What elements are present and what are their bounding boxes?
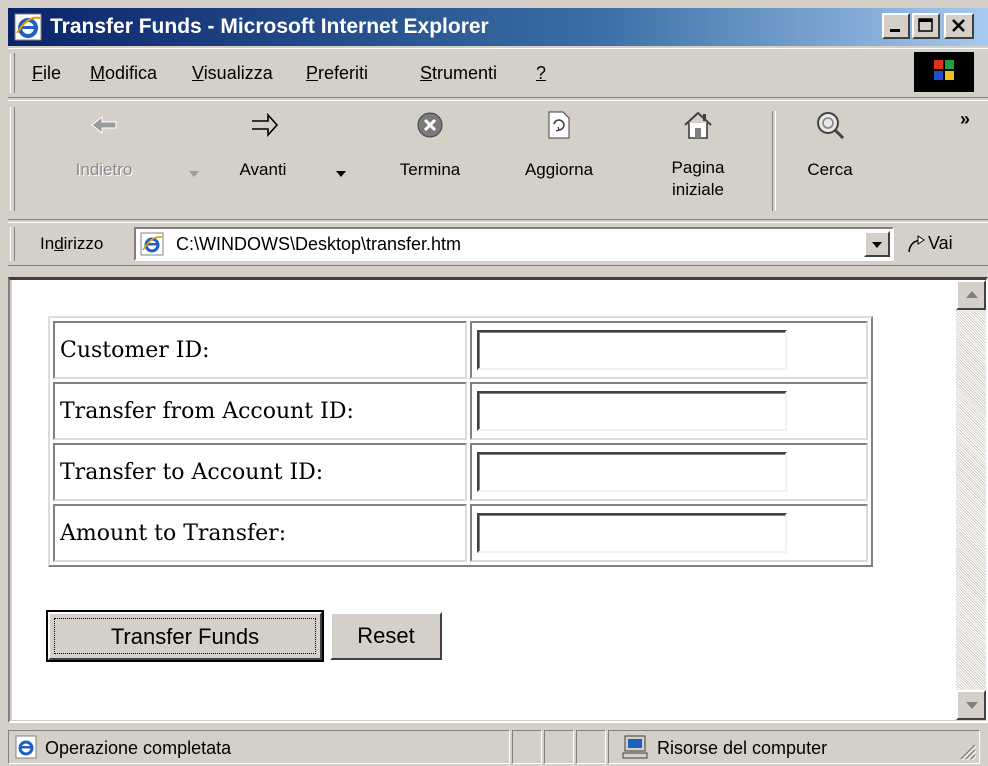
transfer-form-table: Customer ID: Transfer from Account ID: T… bbox=[48, 316, 873, 567]
back-button[interactable]: Indietro bbox=[56, 101, 152, 217]
toolbar-separator bbox=[772, 111, 776, 211]
chevron-down-icon bbox=[872, 242, 882, 248]
menu-preferiti[interactable]: Preferiti bbox=[306, 61, 368, 85]
maximize-button[interactable] bbox=[912, 13, 940, 39]
address-dropdown-button[interactable] bbox=[864, 231, 890, 257]
forward-arrow-icon bbox=[252, 112, 279, 138]
menu-bar: File Modifica Visualizza Preferiti Strum… bbox=[8, 48, 988, 98]
scroll-down-button[interactable] bbox=[956, 690, 986, 720]
toolbar-grip[interactable] bbox=[10, 107, 15, 211]
title-bar[interactable]: Transfer Funds - Microsoft Internet Expl… bbox=[8, 8, 988, 46]
reset-button[interactable]: Reset bbox=[330, 612, 442, 660]
menu-grip[interactable] bbox=[10, 53, 15, 93]
transfer-funds-label: Transfer Funds bbox=[54, 618, 316, 654]
ie-logo-icon bbox=[14, 13, 42, 41]
back-label: Indietro bbox=[75, 160, 133, 179]
stop-button[interactable]: Termina bbox=[382, 101, 478, 217]
scroll-up-icon bbox=[966, 291, 978, 298]
refresh-button[interactable]: Aggiorna bbox=[506, 101, 612, 217]
status-text: Operazione completata bbox=[45, 738, 232, 758]
go-label: Vai bbox=[928, 233, 953, 253]
forward-button[interactable]: Avanti bbox=[220, 101, 306, 217]
page-ie-icon bbox=[140, 232, 164, 256]
address-input[interactable] bbox=[176, 232, 856, 256]
close-icon bbox=[952, 19, 965, 32]
table-row: Customer ID: bbox=[53, 321, 868, 379]
back-dropdown-icon[interactable] bbox=[189, 171, 199, 177]
table-row: Amount to Transfer: bbox=[53, 504, 868, 562]
my-computer-icon bbox=[622, 735, 648, 759]
standard-toolbar: Indietro Avanti Termina Aggiorna Pagina … bbox=[8, 100, 988, 220]
status-bar: Operazione completata Risorse del comput… bbox=[8, 726, 988, 766]
go-button[interactable]: Vai bbox=[906, 229, 953, 259]
address-grip[interactable] bbox=[10, 227, 15, 261]
status-zone-cell: Risorse del computer bbox=[608, 730, 980, 764]
page-content: Customer ID: Transfer from Account ID: T… bbox=[12, 280, 958, 720]
back-arrow-icon bbox=[91, 115, 117, 135]
from-account-input[interactable] bbox=[477, 391, 787, 431]
from-account-label: Transfer from Account ID: bbox=[53, 382, 467, 440]
stop-label: Termina bbox=[399, 160, 461, 179]
minimize-button[interactable] bbox=[882, 13, 910, 39]
menu-file[interactable]: File bbox=[32, 61, 61, 85]
search-icon bbox=[817, 112, 845, 140]
status-pane bbox=[544, 730, 574, 764]
status-pane bbox=[512, 730, 542, 764]
address-label: Indirizzo bbox=[40, 234, 104, 253]
to-account-input[interactable] bbox=[477, 452, 787, 492]
stop-icon bbox=[417, 112, 443, 138]
resize-grip-icon[interactable] bbox=[957, 741, 977, 761]
page-done-icon bbox=[15, 735, 37, 759]
customer-id-input[interactable] bbox=[477, 330, 787, 370]
menu-help[interactable]: ? bbox=[536, 61, 546, 85]
address-field[interactable] bbox=[134, 227, 894, 261]
address-bar: Indirizzo Vai bbox=[8, 222, 988, 266]
menu-visualizza[interactable]: Visualizza bbox=[192, 61, 273, 85]
refresh-icon bbox=[548, 111, 570, 139]
minimize-icon bbox=[890, 29, 900, 32]
window-title: Transfer Funds - Microsoft Internet Expl… bbox=[50, 15, 489, 38]
amount-input[interactable] bbox=[477, 513, 787, 553]
home-icon bbox=[684, 111, 712, 139]
menu-strumenti[interactable]: Strumenti bbox=[420, 61, 497, 85]
table-row: Transfer to Account ID: bbox=[53, 443, 868, 501]
table-row: Transfer from Account ID: bbox=[53, 382, 868, 440]
forward-dropdown-icon[interactable] bbox=[336, 171, 346, 177]
status-main-cell: Operazione completata bbox=[8, 730, 510, 764]
to-account-label: Transfer to Account ID: bbox=[53, 443, 467, 501]
customer-id-label: Customer ID: bbox=[53, 321, 467, 379]
home-button[interactable]: Pagina iniziale bbox=[646, 101, 750, 217]
status-pane bbox=[576, 730, 606, 764]
transfer-funds-button[interactable]: Transfer Funds bbox=[46, 610, 324, 662]
ie-window: Transfer Funds - Microsoft Internet Expl… bbox=[0, 0, 988, 766]
maximize-icon bbox=[918, 18, 933, 32]
home-label-line1: Pagina bbox=[671, 158, 725, 177]
scroll-down-icon bbox=[966, 702, 978, 709]
content-frame: Customer ID: Transfer from Account ID: T… bbox=[8, 277, 988, 723]
scroll-up-button[interactable] bbox=[956, 280, 986, 310]
search-button[interactable]: Cerca bbox=[786, 101, 874, 217]
menu-modifica[interactable]: Modifica bbox=[90, 61, 157, 85]
go-arrow-icon bbox=[908, 235, 925, 253]
windows-flag-icon bbox=[914, 52, 974, 92]
search-label: Cerca bbox=[807, 160, 853, 179]
amount-label: Amount to Transfer: bbox=[53, 504, 467, 562]
home-label-line2: iniziale bbox=[672, 180, 724, 199]
refresh-label: Aggiorna bbox=[524, 160, 594, 179]
close-button[interactable] bbox=[944, 13, 974, 39]
status-zone-text: Risorse del computer bbox=[657, 738, 828, 758]
toolbar-overflow-chevron-icon[interactable]: » bbox=[960, 109, 970, 130]
forward-label: Avanti bbox=[239, 160, 287, 179]
vertical-scrollbar[interactable] bbox=[956, 280, 986, 720]
